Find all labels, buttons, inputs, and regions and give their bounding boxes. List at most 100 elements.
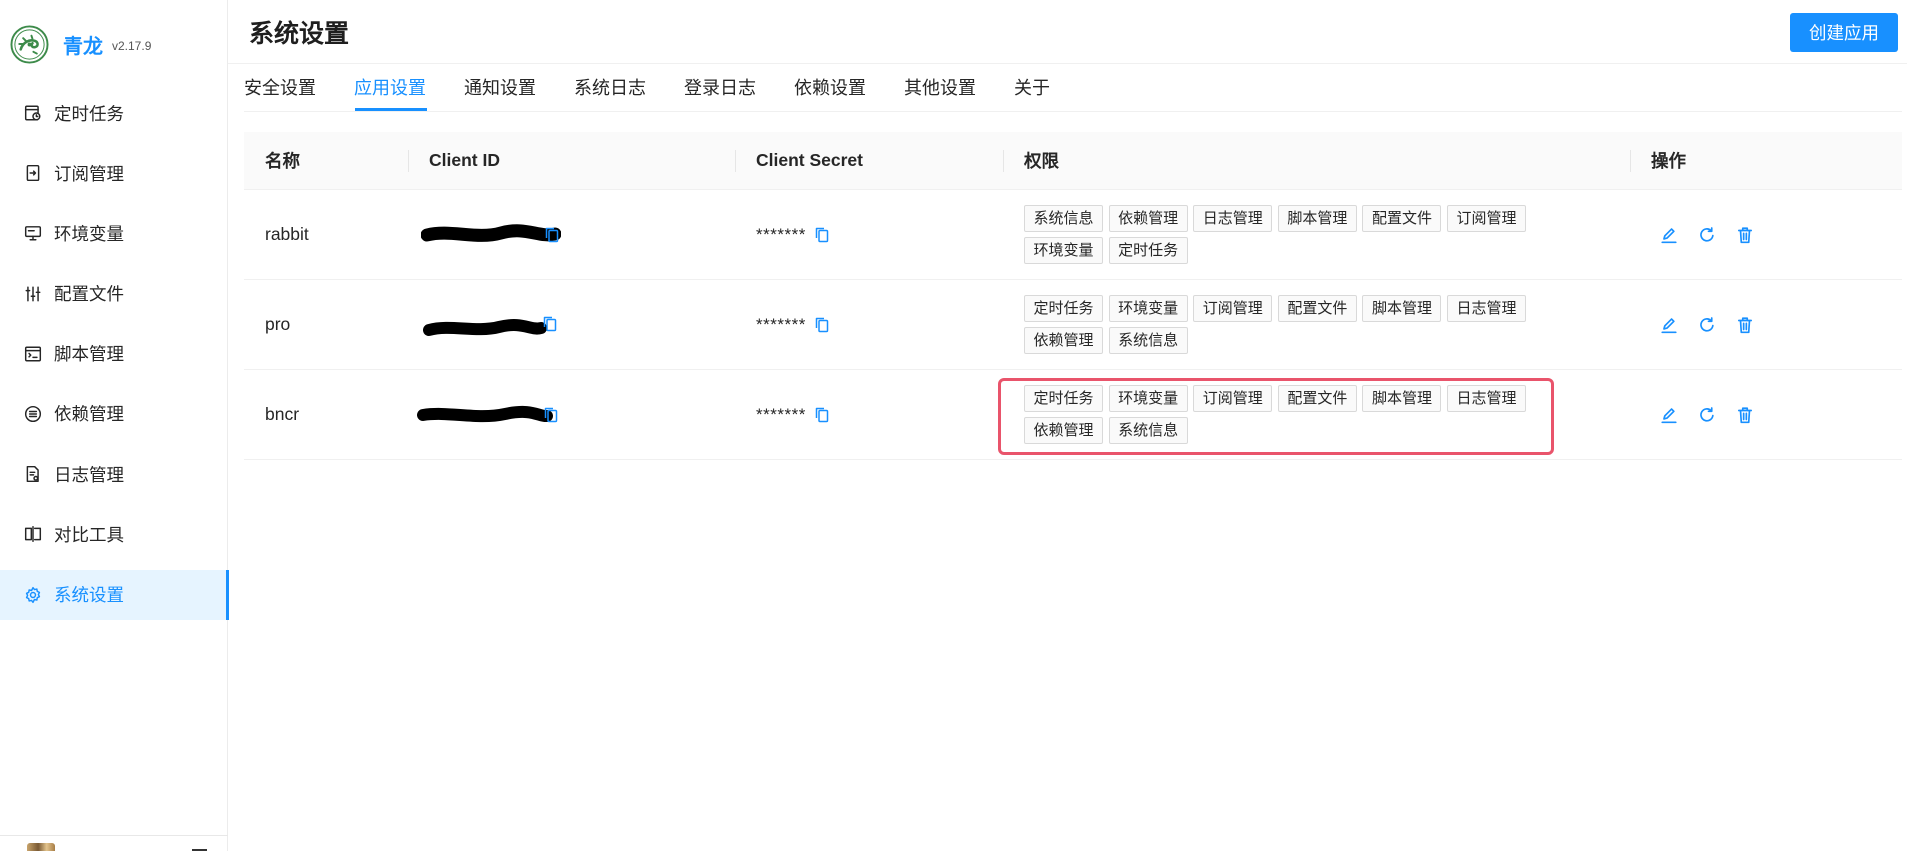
permission-tag: 环境变量 — [1108, 295, 1188, 322]
sidebar-item-label: 日志管理 — [54, 464, 124, 485]
header-divider — [228, 63, 1907, 64]
log-file-icon — [24, 465, 42, 483]
delete-icon[interactable] — [1736, 316, 1754, 334]
delete-icon[interactable] — [1736, 226, 1754, 244]
copy-icon[interactable] — [543, 316, 557, 332]
column-header-client-id: Client ID — [408, 132, 735, 189]
sidebar-item-config[interactable]: 配置文件 — [0, 269, 228, 319]
gear-icon — [24, 586, 42, 604]
sidebar-item-script[interactable]: 脚本管理 — [0, 329, 228, 379]
table-row: pro ******* 定时任务 环境变量 订阅管理 配置文件 脚本管理 日志管… — [244, 280, 1902, 370]
edit-icon[interactable] — [1660, 316, 1678, 334]
table-row: rabbit ******* 系统信息 依赖管理 日志管理 脚本管理 配置文件 … — [244, 190, 1902, 280]
client-secret-masked: ******* — [756, 404, 806, 424]
sidebar-item-label: 配置文件 — [54, 284, 124, 305]
tab-notification[interactable]: 通知设置 — [464, 77, 536, 99]
column-header-permissions: 权限 — [1003, 132, 1630, 189]
client-secret-cell: ******* — [735, 370, 1003, 459]
sidebar-item-label: 系统设置 — [54, 585, 124, 605]
edit-icon[interactable] — [1660, 406, 1678, 424]
permission-tag: 配置文件 — [1362, 205, 1442, 232]
permissions-cell: 定时任务 环境变量 订阅管理 配置文件 脚本管理 日志管理 依赖管理 系统信息 — [1003, 280, 1630, 369]
copy-icon[interactable] — [545, 227, 559, 243]
client-id-cell — [408, 370, 735, 459]
tab-dependence[interactable]: 依赖设置 — [794, 77, 866, 99]
column-header-actions: 操作 — [1630, 132, 1902, 189]
sidebar-item-setting[interactable]: 系统设置 — [0, 569, 229, 620]
subscription-icon — [24, 164, 42, 182]
permission-tag: 系统信息 — [1108, 327, 1188, 354]
redaction-mark — [423, 319, 547, 336]
client-secret-masked: ******* — [756, 224, 806, 244]
reload-icon[interactable] — [1698, 406, 1716, 424]
permission-tags: 定时任务 环境变量 订阅管理 配置文件 脚本管理 日志管理 依赖管理 系统信息 — [1024, 295, 1544, 354]
permission-tag: 订阅管理 — [1447, 205, 1527, 232]
tabs-divider — [244, 111, 1902, 112]
sidebar-item-label: 依赖管理 — [54, 404, 124, 425]
copy-icon[interactable] — [815, 407, 829, 423]
code-file-icon — [24, 345, 42, 363]
permission-tag: 脚本管理 — [1277, 205, 1357, 232]
permission-tag: 配置文件 — [1277, 295, 1357, 322]
permission-tag: 环境变量 — [1024, 237, 1104, 264]
permission-tag: 定时任务 — [1108, 237, 1188, 264]
sidebar-item-label: 定时任务 — [54, 103, 124, 124]
qinglong-logo-icon — [10, 24, 49, 64]
reload-icon[interactable] — [1698, 226, 1716, 244]
permission-tag: 日志管理 — [1193, 205, 1273, 232]
edit-icon[interactable] — [1660, 226, 1678, 244]
reload-icon[interactable] — [1698, 316, 1716, 334]
dependency-icon — [24, 405, 42, 423]
copy-icon[interactable] — [815, 317, 829, 333]
copy-icon[interactable] — [815, 227, 829, 243]
sidebar-item-env[interactable]: 环境变量 — [0, 208, 228, 258]
column-header-name: 名称 — [265, 151, 300, 171]
app-name-cell: rabbit — [265, 224, 309, 244]
highlight-box — [998, 378, 1554, 455]
schedule-icon — [24, 104, 42, 122]
table-header: 名称 Client ID Client Secret 权限 操作 — [244, 132, 1902, 190]
permission-tag: 订阅管理 — [1193, 295, 1273, 322]
sliders-icon — [24, 285, 42, 303]
sidebar-nav: 定时任务 订阅管理 环境变量 配置文件 脚本管理 依赖管理 日志管理 对比工具 … — [0, 88, 229, 620]
sidebar-item-subscription[interactable]: 订阅管理 — [0, 148, 228, 198]
tab-system-log[interactable]: 系统日志 — [574, 77, 646, 99]
client-id-cell — [408, 280, 735, 369]
sidebar-item-label: 订阅管理 — [54, 163, 124, 184]
client-secret-cell: ******* — [735, 190, 1003, 279]
page-title: 系统设置 — [249, 20, 350, 48]
redaction-mark — [421, 224, 561, 242]
sidebar-divider — [0, 835, 228, 836]
permission-tag: 系统信息 — [1024, 205, 1104, 232]
sidebar-item-dependence[interactable]: 依赖管理 — [0, 389, 228, 439]
copy-icon[interactable] — [544, 407, 558, 423]
sidebar-item-label: 脚本管理 — [54, 344, 124, 365]
tab-app[interactable]: 应用设置 — [354, 77, 426, 99]
brand: 青龙 v2.17.9 — [10, 24, 151, 64]
tab-login-log[interactable]: 登录日志 — [684, 77, 756, 99]
sidebar-item-diff[interactable]: 对比工具 — [0, 509, 228, 559]
tab-other[interactable]: 其他设置 — [904, 77, 976, 99]
sidebar-item-log[interactable]: 日志管理 — [0, 449, 228, 499]
sidebar-item-crontab[interactable]: 定时任务 — [0, 88, 228, 138]
avatar[interactable] — [27, 843, 55, 851]
redaction-mark — [417, 405, 553, 423]
create-app-button[interactable]: 创建应用 — [1790, 13, 1898, 52]
tab-security[interactable]: 安全设置 — [244, 77, 316, 99]
permission-tag: 日志管理 — [1447, 295, 1527, 322]
tab-about[interactable]: 关于 — [1014, 77, 1050, 99]
column-header-client-secret: Client Secret — [735, 132, 1003, 189]
permission-tag: 定时任务 — [1024, 295, 1104, 322]
sidebar-item-label: 环境变量 — [54, 223, 124, 244]
settings-tabs: 安全设置 应用设置 通知设置 系统日志 登录日志 依赖设置 其他设置 关于 — [244, 77, 1050, 99]
actions-cell — [1630, 280, 1902, 369]
delete-icon[interactable] — [1736, 406, 1754, 424]
permission-tag: 依赖管理 — [1108, 205, 1188, 232]
app-name: 青龙 — [63, 35, 103, 58]
app-name-cell: bncr — [265, 404, 300, 424]
sidebar-item-label: 对比工具 — [54, 524, 124, 545]
actions-cell — [1630, 190, 1902, 279]
client-secret-cell: ******* — [735, 280, 1003, 369]
client-secret-masked: ******* — [756, 314, 806, 334]
client-id-cell — [408, 190, 735, 279]
